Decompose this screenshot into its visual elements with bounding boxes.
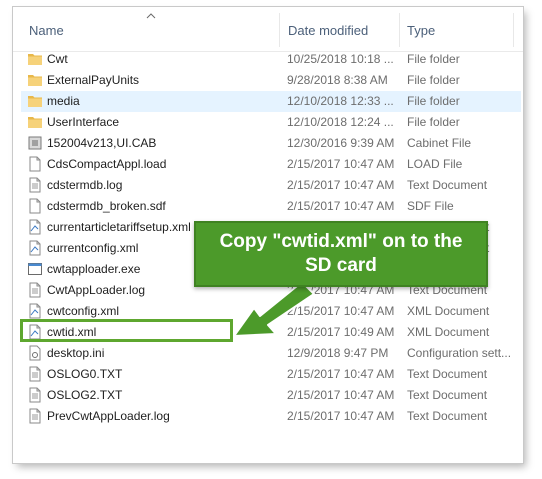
- instruction-callout: Copy "cwtid.xml" on to the SD card: [194, 221, 488, 287]
- callout-line-1: Copy "cwtid.xml" on to the: [219, 231, 463, 252]
- callout-line-2: SD card: [305, 255, 377, 276]
